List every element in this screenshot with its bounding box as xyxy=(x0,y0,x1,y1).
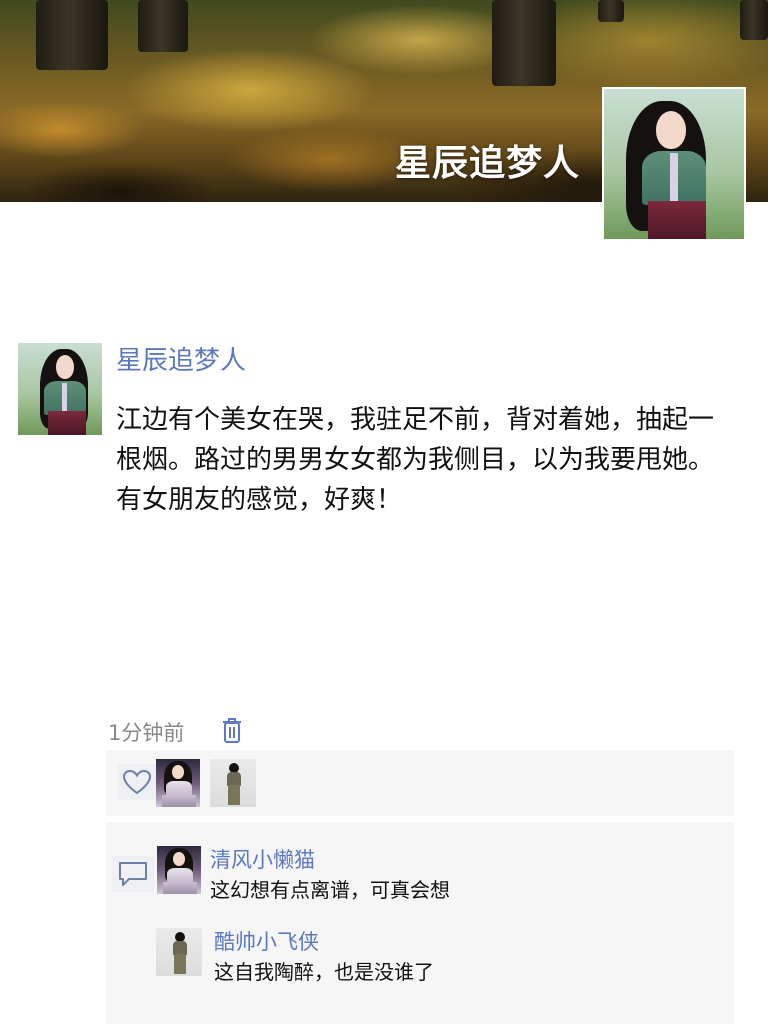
comment-avatar[interactable] xyxy=(156,928,202,976)
avatar-image xyxy=(157,846,201,894)
profile-avatar[interactable] xyxy=(602,87,746,241)
comment-avatar[interactable] xyxy=(157,846,201,894)
like-avatar[interactable] xyxy=(210,759,256,807)
like-avatar[interactable] xyxy=(156,759,200,807)
avatar-image xyxy=(156,759,200,807)
comments-section: 清风小懒猫 这幻想有点离谱，可真会想 酷帅小飞侠 这自我陶醉，也是没谁了 xyxy=(106,822,734,1024)
post-author-name[interactable]: 星辰追梦人 xyxy=(116,340,246,377)
comment-text: 这幻想有点离谱，可真会想 xyxy=(210,878,450,902)
avatar-image xyxy=(210,759,256,807)
tree-trunk xyxy=(740,0,768,40)
tree-trunk xyxy=(598,0,624,22)
avatar-image xyxy=(604,89,744,239)
trash-icon[interactable] xyxy=(220,716,244,744)
post-content: 江边有个美女在哭，我驻足不前，背对着她，抽起一根烟。路过的男男女女都为我侧目，以… xyxy=(116,405,715,515)
cover-username: 星辰追梦人 xyxy=(394,143,580,184)
heart-icon[interactable] xyxy=(118,764,156,800)
post-author-avatar[interactable] xyxy=(18,343,102,435)
tree-trunk xyxy=(138,0,188,52)
comment-text: 这自我陶醉，也是没谁了 xyxy=(214,960,434,984)
likes-section xyxy=(106,750,734,816)
avatar-image xyxy=(156,928,202,976)
comment-author[interactable]: 酷帅小飞侠 xyxy=(214,926,319,956)
tree-trunk xyxy=(36,0,108,70)
avatar-image xyxy=(18,343,102,435)
comment-icon[interactable] xyxy=(112,856,154,892)
post-timestamp: 1分钟前 xyxy=(108,721,185,745)
tree-trunk xyxy=(492,0,556,86)
comment-author[interactable]: 清风小懒猫 xyxy=(210,844,315,874)
